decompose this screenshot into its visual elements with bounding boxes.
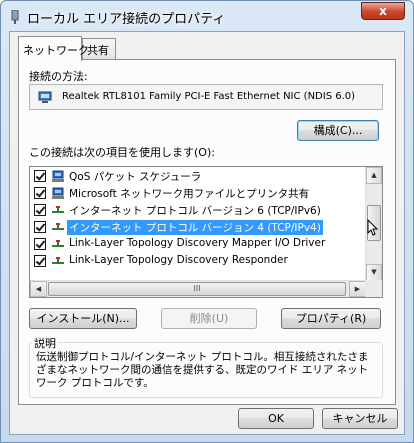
horizontal-scrollbar[interactable]: ◀ III ▶ (30, 280, 366, 297)
configure-button[interactable]: 構成(C)... (297, 120, 379, 141)
list-item[interactable]: QoS パケット スケジューラ (30, 168, 366, 185)
list-item[interactable]: Link-Layer Topology Discovery Mapper I/O… (30, 236, 366, 253)
scroll-down-arrow-icon[interactable]: ▼ (366, 264, 382, 281)
ok-button[interactable]: OK (238, 408, 314, 429)
adapter-name: Realtek RTL8101 Family PCI-E Fast Ethern… (62, 91, 356, 102)
description-group: 説明 伝送制御プロトコル/インターネット プロトコル。相互接続されたさまざまなネ… (29, 335, 383, 398)
nic-icon (38, 91, 52, 103)
tab-network[interactable]: ネットワーク (18, 36, 89, 61)
description-legend: 説明 (32, 335, 58, 351)
connection-method-label: 接続の方法: (29, 70, 88, 83)
cancel-button[interactable]: キャンセル (322, 408, 398, 429)
protocol-icon (52, 257, 64, 264)
adapter-box: Realtek RTL8101 Family PCI-E Fast Ethern… (29, 84, 383, 110)
mouse-cursor-icon (367, 219, 379, 236)
protocol-icon (52, 223, 64, 230)
horizontal-scroll-thumb[interactable]: III (48, 282, 346, 296)
item-label: Microsoft ネットワーク用ファイルとプリンタ共有 (69, 188, 310, 200)
list-item-selected[interactable]: インターネット プロトコル バージョン 4 (TCP/IPv4) (30, 219, 366, 236)
item-checkbox[interactable] (34, 221, 46, 233)
scroll-right-arrow-icon[interactable]: ▶ (349, 281, 366, 297)
item-checkbox[interactable] (34, 255, 46, 267)
item-label: Link-Layer Topology Discovery Responder (69, 254, 288, 266)
item-label: Link-Layer Topology Discovery Mapper I/O… (69, 237, 326, 249)
item-label: インターネット プロトコル バージョン 4 (TCP/IPv4) (66, 219, 324, 236)
close-button[interactable]: x (361, 2, 405, 20)
list-item[interactable]: Link-Layer Topology Discovery Responder (30, 253, 366, 270)
network-client-icon (52, 187, 64, 199)
scroll-left-arrow-icon[interactable]: ◀ (30, 281, 47, 297)
title-bar[interactable]: ローカル エリア接続のプロパティ x (1, 1, 413, 31)
tab-panel-network: 接続の方法: Realtek RTL8101 Family PCI-E Fast… (18, 59, 396, 405)
item-label: QoS パケット スケジューラ (69, 171, 202, 183)
components-rows: QoS パケット スケジューラ Microsoft ネットワーク用ファイルとプリ… (30, 168, 366, 270)
item-checkbox[interactable] (34, 238, 46, 250)
item-checkbox[interactable] (34, 204, 46, 216)
list-item[interactable]: Microsoft ネットワーク用ファイルとプリンタ共有 (30, 185, 366, 202)
components-list[interactable]: QoS パケット スケジューラ Microsoft ネットワーク用ファイルとプリ… (29, 166, 383, 298)
scroll-corner (365, 280, 382, 297)
install-button[interactable]: インストール(N)... (29, 308, 137, 329)
uninstall-button[interactable]: 削除(U) (161, 308, 257, 329)
network-client-icon (52, 170, 64, 182)
properties-button[interactable]: プロパティ(R) (281, 308, 381, 329)
protocol-icon (52, 240, 64, 247)
item-checkbox[interactable] (34, 170, 46, 182)
scroll-up-arrow-icon[interactable]: ▲ (366, 167, 382, 184)
item-label: インターネット プロトコル バージョン 6 (TCP/IPv6) (69, 205, 321, 217)
items-label: この接続は次の項目を使用します(O): (29, 146, 215, 159)
properties-window: ローカル エリア接続のプロパティ x ネットワーク 共有 接続の方法: Real… (0, 0, 414, 443)
list-item[interactable]: インターネット プロトコル バージョン 6 (TCP/IPv6) (30, 202, 366, 219)
network-adapter-icon (11, 10, 19, 24)
window-title: ローカル エリア接続のプロパティ (27, 12, 226, 27)
dialog-body: ネットワーク 共有 接続の方法: Realtek RTL8101 Family … (9, 31, 405, 435)
description-text: 伝送制御プロトコル/インターネット プロトコル。相互接続されたさまざまなネットワ… (36, 351, 369, 389)
item-checkbox[interactable] (34, 187, 46, 199)
protocol-icon (52, 206, 64, 213)
